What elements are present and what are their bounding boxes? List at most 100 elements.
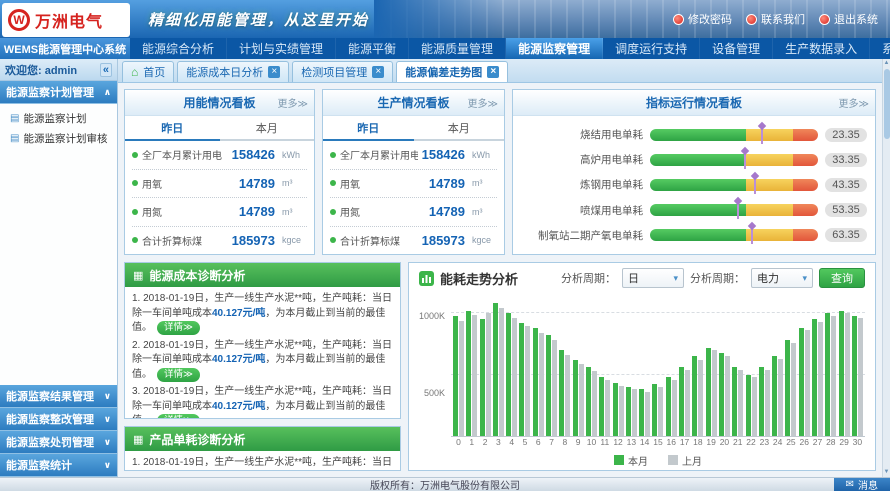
bar-current-month	[613, 383, 618, 436]
bar-track	[650, 129, 818, 141]
detail-button[interactable]: 详情≫	[157, 321, 200, 335]
bar-group[interactable]	[493, 301, 504, 436]
bar-group[interactable]	[759, 301, 770, 436]
bar-group[interactable]	[852, 301, 863, 436]
nav-item-4[interactable]: 能源监察管理	[506, 38, 603, 59]
header-link-0[interactable]: 修改密码	[673, 11, 732, 27]
more-link[interactable]: 更多≫	[468, 95, 498, 110]
tab-0[interactable]: ⌂首页	[122, 61, 174, 82]
trend-panel: 能耗走势分析 分析周期：日▾分析周期：电力▾查询 500K1000K 01234…	[408, 262, 876, 471]
board-tab-1[interactable]: 本月	[414, 116, 505, 141]
tab-1[interactable]: 能源成本日分析×	[177, 61, 289, 82]
bar-group[interactable]	[559, 301, 570, 436]
bar-group[interactable]	[519, 301, 530, 436]
bar-group[interactable]	[799, 301, 810, 436]
nav-item-6[interactable]: 设备管理	[700, 38, 773, 59]
marker-icon	[737, 201, 739, 219]
detail-button[interactable]: 详情≫	[157, 414, 200, 418]
collapse-sidebar-button[interactable]: «	[100, 63, 112, 77]
bar-group[interactable]	[613, 301, 624, 436]
chart-plot	[451, 301, 865, 437]
message-button[interactable]: ✉ 消息	[834, 478, 890, 491]
scroll-down-icon[interactable]: ▼	[884, 468, 890, 477]
nav-item-7[interactable]: 生产数据录入	[773, 38, 870, 59]
nav-item-3[interactable]: 能源质量管理	[409, 38, 506, 59]
sidebar-panel-2[interactable]: 能源监察整改管理∨	[0, 408, 117, 431]
bar-group[interactable]	[599, 301, 610, 436]
bar-group[interactable]	[586, 301, 597, 436]
more-link[interactable]: 更多≫	[278, 95, 308, 110]
x-tick-label: 16	[666, 437, 677, 450]
bar-group[interactable]	[480, 301, 491, 436]
scroll-up-icon[interactable]: ▲	[884, 59, 890, 68]
board-tab-1[interactable]: 本月	[220, 116, 315, 141]
bar-segment-green	[650, 129, 746, 141]
row-label: 合计折算标煤	[142, 233, 228, 248]
bar-group[interactable]	[506, 301, 517, 436]
sidebar-item-0[interactable]: ▤能源监察计划	[0, 108, 117, 128]
bar-current-month	[466, 311, 471, 436]
sidebar-panel-0[interactable]: 能源监察计划管理∧	[0, 81, 117, 104]
bar-group[interactable]	[732, 301, 743, 436]
detail-button[interactable]: 详情≫	[157, 368, 200, 382]
header-link-2[interactable]: 退出系统	[819, 11, 878, 27]
sidebar-panel-3[interactable]: 能源监察处罚管理∨	[0, 431, 117, 454]
header-link-1[interactable]: 联系我们	[746, 11, 805, 27]
bar-group[interactable]	[679, 301, 690, 436]
scrollbar-thumb[interactable]	[884, 69, 890, 139]
query-button[interactable]: 查询	[819, 268, 865, 288]
tab-2[interactable]: 检测项目管理×	[292, 61, 393, 82]
nav-item-0[interactable]: 能源综合分析	[130, 38, 227, 59]
bar-group[interactable]	[573, 301, 584, 436]
period-select-1[interactable]: 电力▾	[751, 268, 813, 288]
sidebar-item-1[interactable]: ▤能源监察计划审核	[0, 128, 117, 148]
row-label: 用氮	[142, 204, 235, 219]
vertical-scrollbar[interactable]: ▲ ▼	[882, 59, 890, 477]
more-link[interactable]: 更多≫	[839, 95, 869, 110]
bar-group[interactable]	[626, 301, 637, 436]
chart-icon: ▦	[133, 269, 143, 282]
bar-group[interactable]	[772, 301, 783, 436]
indicator-bar	[650, 154, 818, 166]
bar-group[interactable]	[652, 301, 663, 436]
bar-group[interactable]	[466, 301, 477, 436]
bar-group[interactable]	[546, 301, 557, 436]
sidebar-panel-label: 能源监察结果管理	[6, 388, 94, 404]
message-label: 消息	[858, 477, 878, 491]
bar-group[interactable]	[719, 301, 730, 436]
bar-segment-yellow	[746, 154, 793, 166]
nav-item-5[interactable]: 调度运行支持	[603, 38, 700, 59]
close-icon[interactable]: ×	[487, 66, 499, 78]
period-select-0[interactable]: 日▾	[622, 268, 684, 288]
bar-group[interactable]	[825, 301, 836, 436]
nav-item-8[interactable]: 系统管理	[870, 38, 890, 59]
bar-group[interactable]	[533, 301, 544, 436]
sidebar-panel-1[interactable]: 能源监察结果管理∨	[0, 385, 117, 408]
legend-item-0: 本月	[614, 453, 648, 468]
bar-group[interactable]	[692, 301, 703, 436]
header-link-label: 联系我们	[761, 11, 805, 27]
bar-group[interactable]	[746, 301, 757, 436]
nav-item-2[interactable]: 能源平衡	[336, 38, 409, 59]
sidebar: 欢迎您: admin « 能源监察计划管理∧▤能源监察计划▤能源监察计划审核能源…	[0, 59, 118, 477]
close-icon[interactable]: ×	[268, 66, 280, 78]
tab-3[interactable]: 能源偏差走势图×	[396, 61, 508, 82]
row-unit: kWh	[469, 150, 497, 160]
indicator-row: 炼钢用电单耗43.35	[521, 177, 867, 192]
nav-item-1[interactable]: 计划与实绩管理	[227, 38, 336, 59]
bar-current-month	[480, 319, 485, 436]
bar-last-month	[459, 321, 464, 436]
bar-group[interactable]	[666, 301, 677, 436]
close-icon[interactable]: ×	[372, 66, 384, 78]
bar-group[interactable]	[706, 301, 717, 436]
sidebar-panel-4[interactable]: 能源监察统计∨	[0, 454, 117, 477]
bar-group[interactable]	[785, 301, 796, 436]
bar-group[interactable]	[812, 301, 823, 436]
app-window: W 万洲电气 精细化用能管理，从这里开始 修改密码联系我们退出系统 WEMS能源…	[0, 0, 890, 491]
board-tab-0[interactable]: 昨日	[323, 116, 414, 141]
bullet-icon	[330, 237, 336, 243]
bar-group[interactable]	[839, 301, 850, 436]
bar-group[interactable]	[639, 301, 650, 436]
board-tab-0[interactable]: 昨日	[125, 116, 220, 141]
bar-group[interactable]	[453, 301, 464, 436]
